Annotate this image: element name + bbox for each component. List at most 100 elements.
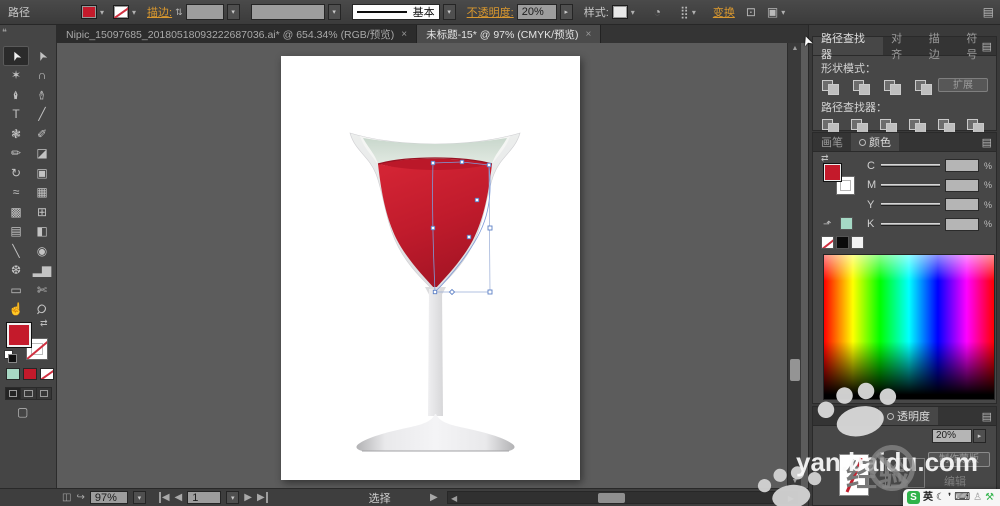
rotate-tool[interactable]: ↻ <box>3 163 29 183</box>
hand-tool[interactable]: ☝ <box>3 300 29 320</box>
channel-slider[interactable] <box>881 164 940 167</box>
width-profile-combo[interactable] <box>251 4 325 20</box>
none-mode-button[interactable] <box>40 368 54 380</box>
canvas[interactable]: ▲ ▼ <box>57 43 808 488</box>
punctuation-icon[interactable]: ❜ <box>948 493 951 503</box>
opacity-field[interactable]: 20% <box>517 4 557 20</box>
slice-tool[interactable]: ✄ <box>29 280 55 300</box>
default-colors-icon[interactable] <box>4 350 13 359</box>
draw-inside-button[interactable] <box>37 388 51 399</box>
align-objects-icon[interactable]: ⊡ <box>746 5 756 19</box>
symbol-sprayer-tool[interactable]: ❆ <box>3 261 29 281</box>
perspective-grid-tool[interactable]: ⊞ <box>29 202 55 222</box>
curvature-pen-tool[interactable]: ✑ <box>29 85 55 105</box>
draw-normal-button[interactable] <box>6 388 21 399</box>
vertical-scroll-thumb[interactable] <box>790 359 800 381</box>
opacity-link[interactable]: 不透明度: <box>467 4 514 20</box>
tab-stroke[interactable]: 描边 <box>921 37 959 55</box>
last-artboard-icon[interactable]: ▶ <box>257 492 268 503</box>
doc-tab-untitled[interactable]: 未标题-15* @ 97% (CMYK/预览) × <box>417 25 601 43</box>
arrange-icon[interactable]: ▣ <box>767 5 778 19</box>
ime-lang-toggle[interactable]: 英 <box>923 493 933 503</box>
person-icon[interactable]: ♙ <box>973 493 982 503</box>
channel-value-field[interactable] <box>945 218 979 231</box>
next-artboard-icon[interactable]: ▶ <box>244 492 252 503</box>
stroke-link[interactable]: 描边: <box>147 4 172 20</box>
pencil-tool[interactable]: ✏ <box>3 144 29 164</box>
keyboard-icon[interactable]: ⌨ <box>954 492 970 503</box>
chevron-down-icon[interactable]: ▾ <box>328 4 341 20</box>
panel-menu-icon[interactable]: ▤ <box>983 5 994 19</box>
status-popup-icon[interactable]: ▶ <box>430 492 438 503</box>
zoom-level-field[interactable]: 97% <box>90 491 128 504</box>
close-icon[interactable]: × <box>401 29 407 40</box>
outline-button[interactable] <box>937 118 957 133</box>
chevron-down-icon[interactable]: ▾ <box>781 8 785 17</box>
tab-brushes[interactable]: 画笔 <box>813 133 851 151</box>
tab-align[interactable]: 对齐 <box>883 37 921 55</box>
artboard-tool[interactable]: ▭ <box>3 280 29 300</box>
tab-color[interactable]: 颜色 <box>851 133 899 151</box>
lasso-tool[interactable]: ∩ <box>29 66 55 86</box>
channel-slider[interactable] <box>881 203 940 206</box>
draw-behind-button[interactable] <box>21 388 36 399</box>
moon-icon[interactable]: ☾ <box>936 493 945 503</box>
pen-tool[interactable]: ✒ <box>3 85 29 105</box>
doc-tab-nipic[interactable]: Nipic_15097685_20180518093222687036.ai* … <box>57 25 417 43</box>
crop-button[interactable] <box>908 118 928 133</box>
merge-button[interactable] <box>879 118 899 133</box>
gradient-mode-button[interactable] <box>23 368 37 380</box>
zoom-dropdown-icon[interactable]: ▾ <box>133 491 146 504</box>
screen-mode-button[interactable]: ▢ <box>17 405 28 419</box>
gradient-tool[interactable]: ◧ <box>29 222 55 242</box>
panel-menu-icon[interactable]: ▤ <box>982 136 992 149</box>
minus-front-button[interactable] <box>852 79 872 94</box>
wrench-icon[interactable]: ⚒ <box>985 493 994 503</box>
channel-value-field[interactable] <box>945 179 979 192</box>
channel-slider[interactable] <box>881 184 940 187</box>
chevron-down-icon[interactable]: ▾ <box>443 4 456 20</box>
vertical-scrollbar[interactable]: ▲ ▼ <box>787 43 801 488</box>
black-swatch[interactable] <box>836 236 849 249</box>
color-spectrum[interactable] <box>823 254 995 400</box>
eraser-tool[interactable]: ◪ <box>29 144 55 164</box>
column-graph-tool[interactable]: ▂▆ <box>29 261 55 281</box>
none-swatch[interactable] <box>821 236 834 249</box>
magic-wand-tool[interactable]: ✶ <box>3 66 29 86</box>
tab-pathfinder[interactable]: 路径查找器 <box>813 37 883 55</box>
channel-value-field[interactable] <box>945 198 979 211</box>
trim-button[interactable] <box>850 118 870 133</box>
horizontal-scrollbar[interactable]: ◀ ▶ <box>447 491 798 504</box>
transform-link[interactable]: 变换 <box>713 4 735 20</box>
fill-color-swatch[interactable] <box>81 5 97 19</box>
mesh-tool[interactable]: ▤ <box>3 222 29 242</box>
width-tool[interactable]: ≈ <box>3 183 29 203</box>
artboard-number-field[interactable]: 1 <box>187 491 221 504</box>
recolor-artwork-icon[interactable]: ◔ <box>654 5 661 19</box>
symmetry-grid-icon[interactable]: ⣿ <box>680 5 689 19</box>
chevron-right-icon[interactable]: ▸ <box>560 4 573 20</box>
direct-selection-tool[interactable]: ➤ <box>29 46 55 66</box>
artboard-dropdown-icon[interactable]: ▾ <box>226 491 239 504</box>
chevron-down-icon[interactable]: ▾ <box>132 8 136 17</box>
fill-color-well[interactable] <box>6 322 32 348</box>
artboard[interactable] <box>281 56 580 480</box>
chevron-down-icon[interactable]: ▾ <box>631 8 635 17</box>
unite-button[interactable] <box>821 79 841 94</box>
exclude-button[interactable] <box>914 79 934 94</box>
chevron-down-icon[interactable]: ▾ <box>100 8 104 17</box>
chevron-down-icon[interactable]: ▾ <box>692 8 696 17</box>
stroke-weight-stepper[interactable]: ⇅ <box>175 8 183 17</box>
shape-builder-tool[interactable]: ▩ <box>3 202 29 222</box>
transparency-opacity-field[interactable]: 20% <box>932 429 972 443</box>
selection-tool[interactable]: ➤ <box>3 46 29 66</box>
type-tool[interactable]: T <box>3 105 29 125</box>
line-segment-tool[interactable]: ╱ <box>29 105 55 125</box>
blend-tool[interactable]: ◉ <box>29 241 55 261</box>
horizontal-scroll-thumb[interactable] <box>598 493 625 503</box>
free-transform-tool[interactable]: ▦ <box>29 183 55 203</box>
eyedropper-tool[interactable]: ╲ <box>3 241 29 261</box>
chevron-right-icon[interactable]: ▸ <box>973 429 986 443</box>
scroll-left-icon[interactable]: ◀ <box>451 492 457 505</box>
panel-menu-icon[interactable]: ▤ <box>982 40 992 53</box>
